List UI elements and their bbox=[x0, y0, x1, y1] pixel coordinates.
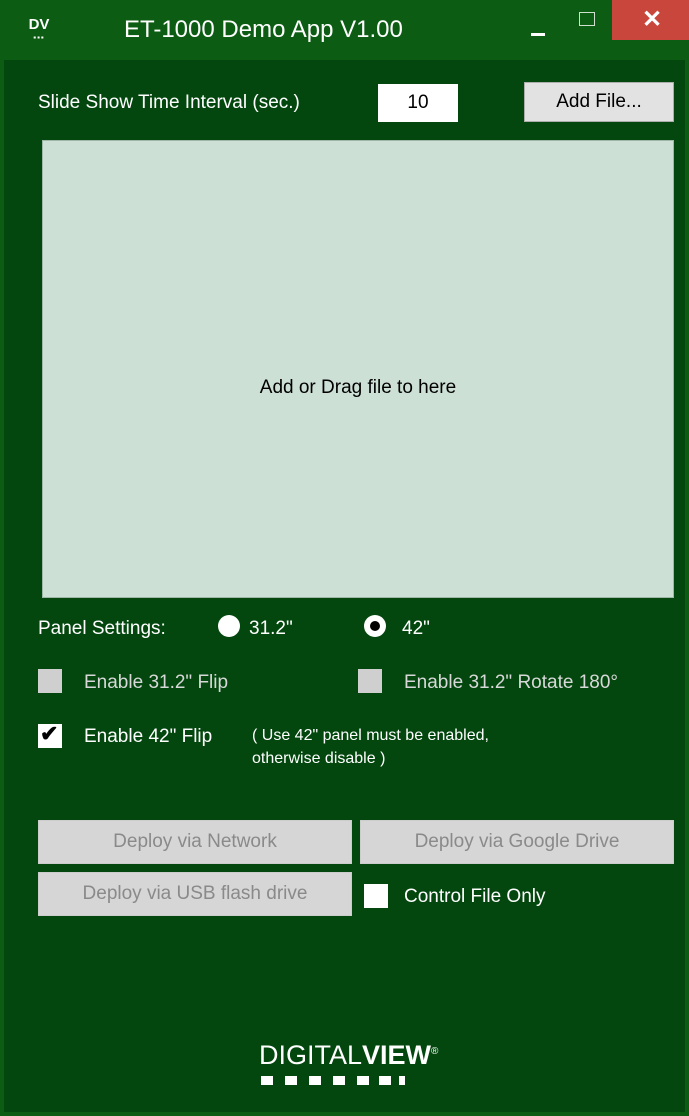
panel-settings-label: Panel Settings: bbox=[38, 618, 166, 639]
panel-42-label[interactable]: 42" bbox=[402, 618, 430, 640]
flip-42-note-line1: ( Use 42" panel must be enabled, bbox=[252, 727, 489, 744]
app-logo-icon: DV ▪▪▪ bbox=[26, 16, 52, 44]
title-bar[interactable]: DV ▪▪▪ ET-1000 Demo App V1.00 ✕ bbox=[4, 0, 689, 60]
checkmark-icon: ✔ bbox=[40, 721, 59, 746]
deploy-network-button[interactable]: Deploy via Network bbox=[38, 820, 352, 864]
deploy-usb-button[interactable]: Deploy via USB flash drive bbox=[38, 872, 352, 916]
close-button[interactable]: ✕ bbox=[612, 0, 689, 40]
logo-text-bold: VIEW bbox=[362, 1040, 432, 1070]
close-icon: ✕ bbox=[641, 6, 663, 33]
drop-zone-text: Add or Drag file to here bbox=[259, 377, 457, 398]
interval-label: Slide Show Time Interval (sec.) bbox=[38, 92, 300, 113]
panel-42-radio[interactable] bbox=[364, 615, 386, 637]
rotate-31-label: Enable 31.2" Rotate 180° bbox=[404, 672, 619, 693]
deploy-google-drive-button[interactable]: Deploy via Google Drive bbox=[360, 820, 674, 864]
logo-trademark: ® bbox=[431, 1046, 439, 1057]
app-icon-text: DV bbox=[28, 16, 50, 33]
panel-31-radio[interactable] bbox=[218, 615, 240, 637]
window-title: ET-1000 Demo App V1.00 bbox=[124, 16, 403, 43]
flip-42-note-line2: otherwise disable ) bbox=[252, 750, 386, 767]
flip-31-checkbox[interactable] bbox=[38, 669, 62, 693]
maximize-button[interactable] bbox=[564, 0, 610, 40]
digitalview-logo: DIGITALVIEW® bbox=[259, 1040, 459, 1085]
interval-input[interactable] bbox=[378, 84, 458, 122]
flip-42-checkbox[interactable]: ✔ bbox=[38, 721, 62, 748]
control-file-only-checkbox[interactable] bbox=[364, 884, 388, 908]
logo-text: DIGITALVIEW® bbox=[259, 1040, 438, 1070]
flip-31-label: Enable 31.2" Flip bbox=[84, 672, 229, 693]
control-file-only-label: Control File Only bbox=[404, 886, 546, 907]
logo-text-light: DIGITAL bbox=[259, 1040, 363, 1070]
app-window: DV ▪▪▪ ET-1000 Demo App V1.00 ✕ Slide Sh… bbox=[0, 0, 689, 1116]
panel-31-label[interactable]: 31.2" bbox=[249, 618, 293, 640]
file-drop-zone[interactable]: Add or Drag file to here bbox=[42, 140, 674, 598]
flip-42-label: Enable 42" Flip bbox=[84, 726, 213, 747]
rotate-31-checkbox[interactable] bbox=[358, 669, 382, 693]
app-icon-dots: ▪▪▪ bbox=[33, 33, 45, 42]
add-file-button[interactable]: Add File... bbox=[524, 82, 674, 122]
minimize-button[interactable] bbox=[516, 0, 562, 40]
